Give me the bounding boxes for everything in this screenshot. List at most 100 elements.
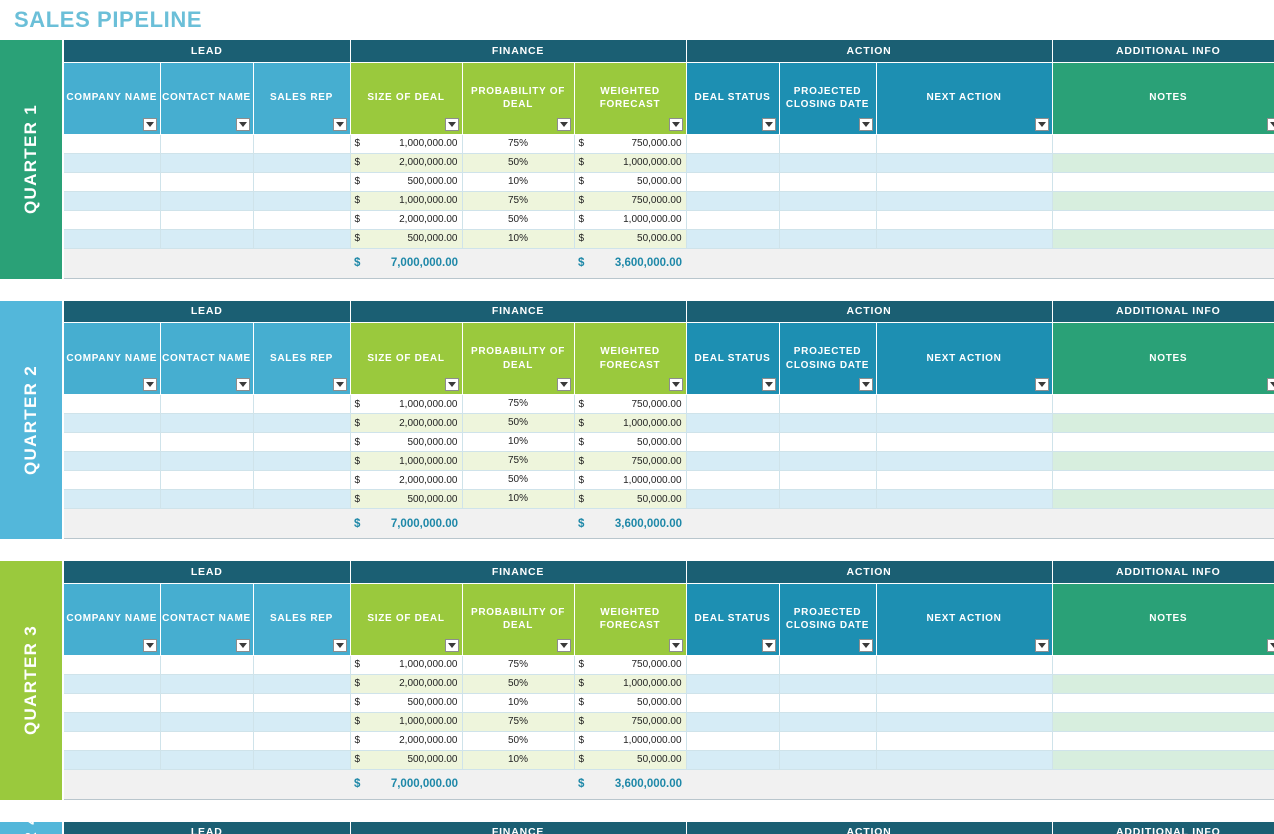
filter-dropdown-icon[interactable] (556, 378, 571, 391)
cell-contact_name[interactable] (160, 210, 254, 230)
cell-size_of_deal[interactable]: $2,000,000.00 (350, 210, 463, 230)
cell-size_of_deal[interactable]: $500,000.00 (350, 432, 463, 452)
filter-dropdown-icon[interactable] (556, 638, 571, 652)
cell-closing_date[interactable] (779, 674, 877, 694)
cell-company_name[interactable] (64, 134, 161, 154)
cell-sales_rep[interactable] (253, 394, 351, 414)
cell-sales_rep[interactable] (253, 153, 351, 173)
cell-notes[interactable] (1052, 674, 1274, 694)
cell-probability[interactable]: 50% (462, 470, 575, 490)
quarter-tab[interactable]: QUARTER 4 (0, 814, 64, 834)
filter-dropdown-icon[interactable] (1267, 638, 1274, 652)
cell-next_action[interactable] (876, 191, 1053, 211)
cell-weighted[interactable]: $1,000,000.00 (574, 731, 687, 751)
cell-next_action[interactable] (876, 750, 1053, 770)
cell-notes[interactable] (1052, 229, 1274, 249)
cell-contact_name[interactable] (160, 432, 254, 452)
cell-next_action[interactable] (876, 229, 1053, 249)
cell-closing_date[interactable] (779, 693, 877, 713)
cell-deal_status[interactable] (686, 153, 780, 173)
cell-contact_name[interactable] (160, 470, 254, 490)
cell-size_of_deal[interactable]: $500,000.00 (350, 489, 463, 509)
cell-sales_rep[interactable] (253, 451, 351, 471)
cell-probability[interactable]: 50% (462, 674, 575, 694)
filter-dropdown-icon[interactable] (668, 638, 683, 652)
cell-deal_status[interactable] (686, 655, 780, 675)
cell-deal_status[interactable] (686, 134, 780, 154)
cell-size_of_deal[interactable]: $500,000.00 (350, 750, 463, 770)
cell-contact_name[interactable] (160, 134, 254, 154)
cell-size_of_deal[interactable]: $1,000,000.00 (350, 712, 463, 732)
cell-company_name[interactable] (64, 731, 161, 751)
cell-company_name[interactable] (64, 693, 161, 713)
cell-probability[interactable]: 10% (462, 432, 575, 452)
filter-dropdown-icon[interactable] (235, 117, 250, 131)
cell-weighted[interactable]: $1,000,000.00 (574, 153, 687, 173)
cell-next_action[interactable] (876, 210, 1053, 230)
cell-closing_date[interactable] (779, 172, 877, 192)
cell-notes[interactable] (1052, 394, 1274, 414)
cell-company_name[interactable] (64, 470, 161, 490)
filter-dropdown-icon[interactable] (142, 378, 157, 391)
cell-notes[interactable] (1052, 413, 1274, 433)
cell-next_action[interactable] (876, 731, 1053, 751)
cell-closing_date[interactable] (779, 134, 877, 154)
cell-closing_date[interactable] (779, 191, 877, 211)
cell-company_name[interactable] (64, 413, 161, 433)
cell-notes[interactable] (1052, 731, 1274, 751)
cell-next_action[interactable] (876, 674, 1053, 694)
cell-contact_name[interactable] (160, 712, 254, 732)
filter-dropdown-icon[interactable] (761, 117, 776, 131)
cell-sales_rep[interactable] (253, 432, 351, 452)
cell-notes[interactable] (1052, 432, 1274, 452)
filter-dropdown-icon[interactable] (142, 117, 157, 131)
cell-company_name[interactable] (64, 394, 161, 414)
cell-notes[interactable] (1052, 489, 1274, 509)
cell-probability[interactable]: 75% (462, 655, 575, 675)
cell-probability[interactable]: 10% (462, 489, 575, 509)
cell-size_of_deal[interactable]: $1,000,000.00 (350, 451, 463, 471)
cell-deal_status[interactable] (686, 731, 780, 751)
cell-weighted[interactable]: $50,000.00 (574, 432, 687, 452)
cell-notes[interactable] (1052, 134, 1274, 154)
cell-company_name[interactable] (64, 674, 161, 694)
filter-dropdown-icon[interactable] (1267, 117, 1274, 131)
cell-closing_date[interactable] (779, 210, 877, 230)
cell-next_action[interactable] (876, 470, 1053, 490)
cell-size_of_deal[interactable]: $1,000,000.00 (350, 655, 463, 675)
cell-contact_name[interactable] (160, 674, 254, 694)
cell-deal_status[interactable] (686, 172, 780, 192)
cell-size_of_deal[interactable]: $2,000,000.00 (350, 731, 463, 751)
cell-notes[interactable] (1052, 153, 1274, 173)
filter-dropdown-icon[interactable] (668, 378, 683, 391)
cell-company_name[interactable] (64, 210, 161, 230)
cell-contact_name[interactable] (160, 489, 254, 509)
cell-deal_status[interactable] (686, 489, 780, 509)
cell-probability[interactable]: 10% (462, 172, 575, 192)
cell-closing_date[interactable] (779, 489, 877, 509)
cell-closing_date[interactable] (779, 731, 877, 751)
cell-weighted[interactable]: $1,000,000.00 (574, 413, 687, 433)
quarter-tab[interactable]: QUARTER 3 (0, 561, 64, 800)
cell-closing_date[interactable] (779, 413, 877, 433)
cell-company_name[interactable] (64, 153, 161, 173)
cell-deal_status[interactable] (686, 712, 780, 732)
cell-contact_name[interactable] (160, 394, 254, 414)
cell-weighted[interactable]: $50,000.00 (574, 229, 687, 249)
cell-next_action[interactable] (876, 394, 1053, 414)
cell-company_name[interactable] (64, 750, 161, 770)
cell-closing_date[interactable] (779, 750, 877, 770)
cell-sales_rep[interactable] (253, 413, 351, 433)
cell-weighted[interactable]: $1,000,000.00 (574, 674, 687, 694)
cell-probability[interactable]: 50% (462, 210, 575, 230)
cell-probability[interactable]: 10% (462, 750, 575, 770)
cell-probability[interactable]: 10% (462, 229, 575, 249)
cell-next_action[interactable] (876, 489, 1053, 509)
cell-closing_date[interactable] (779, 229, 877, 249)
filter-dropdown-icon[interactable] (444, 638, 459, 652)
cell-sales_rep[interactable] (253, 731, 351, 751)
cell-size_of_deal[interactable]: $2,000,000.00 (350, 674, 463, 694)
cell-weighted[interactable]: $750,000.00 (574, 394, 687, 414)
cell-probability[interactable]: 50% (462, 413, 575, 433)
cell-contact_name[interactable] (160, 655, 254, 675)
